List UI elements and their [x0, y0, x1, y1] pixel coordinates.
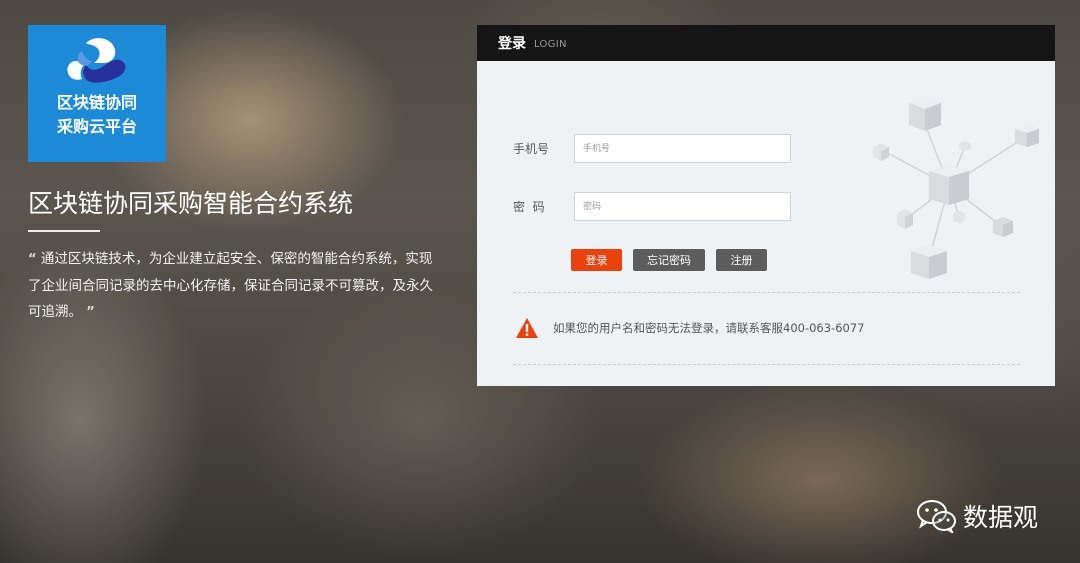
- logo-line-1: 区块链协同: [56, 93, 137, 112]
- logo-line-2: 采购云平台: [56, 117, 137, 136]
- phone-row: 手机号: [513, 134, 791, 163]
- notice-text: 如果您的用户名和密码无法登录，请联系客服400-063-6077: [553, 321, 865, 335]
- login-panel: 登录 LOGIN 手机号 密 码 登录 忘记密码 注册 如果您的用户名和密码无法…: [477, 25, 1055, 386]
- cloud-logo-icon: [67, 38, 126, 83]
- wechat-icon: [917, 500, 956, 533]
- register-button[interactable]: 注册: [716, 249, 767, 271]
- phone-label: 手机号: [513, 142, 550, 156]
- password-label: 密 码: [513, 200, 545, 214]
- login-header: 登录 LOGIN: [477, 25, 1055, 61]
- forgot-password-button[interactable]: 忘记密码: [633, 249, 705, 271]
- logo-text: 区块链协同 采购云平台: [57, 91, 137, 139]
- open-quote: “: [28, 252, 37, 267]
- watermark-text: 数据观: [963, 503, 1039, 532]
- brand-logo: 区块链协同 采购云平台: [28, 25, 166, 162]
- network-cubes-illustration: [873, 97, 1039, 279]
- divider-top: [513, 292, 1020, 293]
- close-quote: ”: [86, 305, 95, 320]
- password-input[interactable]: [574, 192, 791, 221]
- divider-bottom: [513, 364, 1020, 365]
- system-title: 区块链协同采购智能合约系统: [28, 189, 354, 218]
- password-row: 密 码: [513, 192, 791, 221]
- system-description: “ 通过区块链技术，为企业建立起安全、保密的智能合约系统，实现了企业间合同记录的…: [28, 246, 438, 326]
- login-button[interactable]: 登录: [571, 249, 622, 271]
- login-notice: 如果您的用户名和密码无法登录，请联系客服400-063-6077: [515, 317, 864, 339]
- wechat-watermark: 数据观: [917, 498, 1038, 534]
- login-title: 登录: [498, 36, 526, 52]
- login-subtitle: LOGIN: [534, 39, 567, 50]
- action-buttons: 登录 忘记密码 注册: [571, 249, 778, 271]
- phone-input[interactable]: [574, 134, 791, 163]
- title-underline: [28, 230, 100, 232]
- warning-triangle-icon: [516, 318, 538, 338]
